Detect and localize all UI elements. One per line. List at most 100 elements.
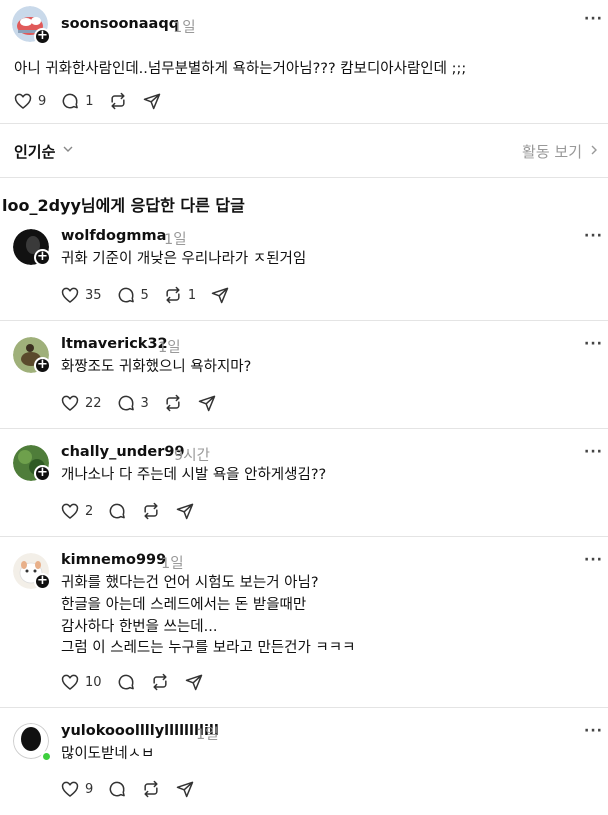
- like-count: 9: [85, 781, 94, 797]
- divider: [0, 123, 608, 124]
- more-options-icon[interactable]: ···: [584, 553, 603, 567]
- divider: [0, 536, 608, 537]
- like-button[interactable]: 35: [60, 285, 102, 305]
- like-button[interactable]: 9: [13, 91, 46, 111]
- heart-icon: [61, 503, 79, 519]
- reply-count: 1: [85, 93, 94, 109]
- more-options-icon[interactable]: ···: [584, 229, 603, 243]
- timestamp: 1일: [164, 232, 187, 248]
- reply-button[interactable]: [107, 779, 127, 799]
- username[interactable]: wolfdogmma: [61, 228, 166, 244]
- sort-dropdown[interactable]: 인기순: [14, 141, 55, 162]
- divider: [0, 177, 608, 178]
- repost-button[interactable]: [141, 501, 161, 521]
- comment-icon: [118, 287, 134, 303]
- reply-button[interactable]: 1: [60, 91, 94, 111]
- send-icon: [177, 781, 194, 798]
- heart-icon: [14, 93, 32, 109]
- reply-post: + wolfdogmma 1일 ··· 귀화 기준이 개낮은 우리나라가 ㅈ된거…: [0, 222, 608, 320]
- heart-icon: [61, 395, 79, 411]
- reply-post: + kimnemo999 1일 ··· 귀화를 했다는건 언어 시험도 보는거 …: [0, 546, 608, 706]
- comment-icon: [62, 93, 79, 109]
- chevron-down-icon[interactable]: [62, 143, 74, 155]
- heart-icon: [61, 674, 79, 690]
- share-button[interactable]: [197, 393, 217, 413]
- like-button[interactable]: 2: [60, 501, 93, 521]
- repost-button[interactable]: [150, 672, 170, 692]
- reply-text: 화짱조도 귀화했으니 욕하지마?: [61, 359, 252, 375]
- repost-icon: [166, 394, 180, 412]
- share-button[interactable]: [142, 91, 162, 111]
- more-options-icon[interactable]: ···: [584, 724, 603, 738]
- like-count: 35: [85, 287, 102, 303]
- username[interactable]: ltmaverick32: [61, 336, 168, 352]
- online-status-icon: [41, 751, 52, 762]
- like-count: 2: [85, 503, 94, 519]
- repost-icon: [144, 780, 158, 798]
- repost-button[interactable]: [163, 393, 183, 413]
- more-options-icon[interactable]: ···: [584, 12, 603, 26]
- repost-icon: [144, 502, 158, 520]
- view-activity-link[interactable]: 활동 보기: [522, 141, 582, 162]
- timestamp: 9시간: [174, 448, 210, 464]
- more-options-icon[interactable]: ···: [584, 445, 603, 459]
- post-actions: 9: [60, 778, 209, 800]
- follow-plus-icon[interactable]: +: [34, 465, 51, 482]
- like-button[interactable]: 9: [60, 779, 93, 799]
- post-actions: 35 5 1: [60, 284, 244, 306]
- repost-count: 1: [187, 287, 197, 303]
- send-icon: [143, 93, 160, 110]
- reply-button[interactable]: [107, 501, 127, 521]
- like-count: 10: [85, 674, 102, 690]
- reply-button[interactable]: 5: [116, 285, 149, 305]
- post-actions: 10: [60, 671, 218, 693]
- reply-button[interactable]: 3: [116, 393, 149, 413]
- chevron-right-icon[interactable]: [588, 144, 600, 156]
- reply-text-line: 감사하다 한번을 쓰는데...: [61, 619, 218, 635]
- share-button[interactable]: [175, 501, 195, 521]
- repost-icon: [152, 673, 167, 691]
- share-button[interactable]: [210, 285, 230, 305]
- follow-plus-icon[interactable]: +: [34, 249, 51, 266]
- timestamp: 1일: [161, 556, 184, 572]
- share-button[interactable]: [175, 779, 195, 799]
- post-actions: 9 1: [13, 90, 176, 112]
- share-button[interactable]: [184, 672, 204, 692]
- reply-button[interactable]: [116, 672, 136, 692]
- timestamp: 1일: [173, 20, 196, 36]
- comment-icon: [118, 395, 134, 411]
- repost-button[interactable]: [108, 91, 128, 111]
- repost-button[interactable]: 1: [163, 285, 196, 305]
- sort-bar: 인기순 활동 보기: [0, 133, 608, 169]
- timestamp: 1일: [196, 727, 219, 743]
- timestamp: 1일: [158, 340, 181, 356]
- reply-text-line: 그럼 이 스레드는 누구를 보라고 만든건가 ㅋㅋㅋ: [61, 640, 356, 656]
- post-actions: 22 3: [60, 392, 231, 414]
- heart-icon: [61, 287, 79, 303]
- reply-post: + ltmaverick32 1일 ··· 화짱조도 귀화했으니 욕하지마? 2…: [0, 330, 608, 428]
- repost-button[interactable]: [141, 779, 161, 799]
- reply-text-line: 한글을 아는데 스레드에서는 돈 받을때만: [61, 597, 307, 613]
- follow-plus-icon[interactable]: +: [34, 357, 51, 374]
- send-icon: [185, 674, 202, 691]
- post-actions: 2: [60, 500, 209, 522]
- like-count: 22: [85, 395, 102, 411]
- username[interactable]: soonsoonaaqq: [61, 16, 179, 32]
- reply-text: 많이도받네ㅅㅂ: [61, 746, 155, 762]
- comment-icon: [109, 503, 126, 519]
- main-post: + soonsoonaaqq 1일 ··· 아니 귀화한사람인데..넘무분별하게…: [0, 0, 608, 125]
- send-icon: [211, 287, 229, 304]
- send-icon: [198, 395, 216, 412]
- username[interactable]: kimnemo999: [61, 552, 166, 568]
- follow-plus-icon[interactable]: +: [34, 28, 51, 45]
- like-button[interactable]: 10: [60, 672, 102, 692]
- send-icon: [177, 503, 194, 520]
- follow-plus-icon[interactable]: +: [34, 573, 51, 590]
- heart-icon: [61, 781, 79, 797]
- like-button[interactable]: 22: [60, 393, 102, 413]
- username[interactable]: chally_under99: [61, 444, 185, 460]
- repost-icon: [166, 286, 180, 304]
- divider: [0, 707, 608, 708]
- post-text: 아니 귀화한사람인데..넘무분별하게 욕하는거아님??? 캄보디아사람인데 ;;…: [14, 61, 467, 77]
- more-options-icon[interactable]: ···: [584, 337, 603, 351]
